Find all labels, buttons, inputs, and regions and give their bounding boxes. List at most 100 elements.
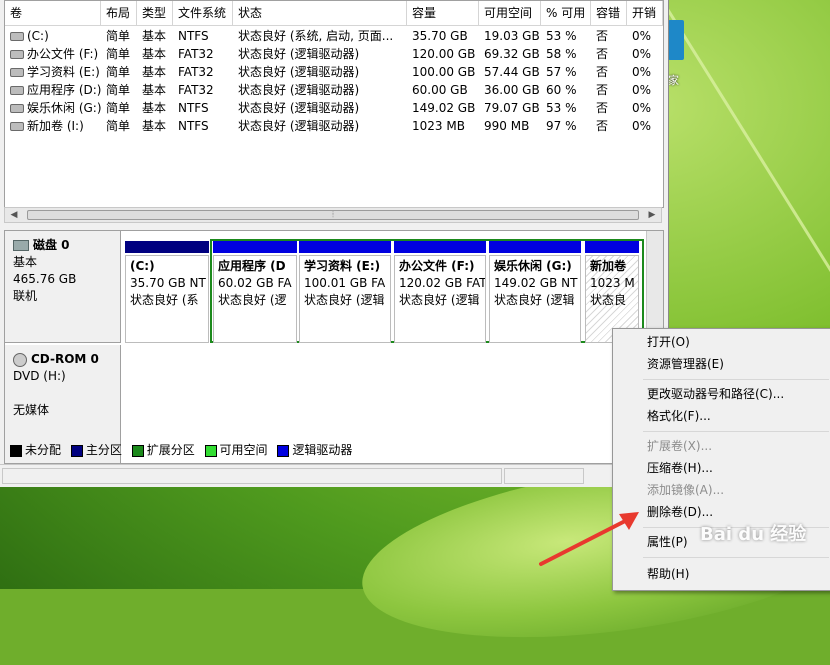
- col-status[interactable]: 状态: [233, 1, 407, 25]
- col-free-space[interactable]: 可用空间: [479, 1, 541, 25]
- partition-f[interactable]: 办公文件 (F:) 120.02 GB FAT 状态良好 (逻辑: [394, 241, 486, 343]
- table-row[interactable]: 娱乐休闲 (G:) 简单 基本 NTFS 状态良好 (逻辑驱动器) 149.02…: [5, 99, 663, 117]
- col-type[interactable]: 类型: [137, 1, 173, 25]
- cell-filesystem: NTFS: [178, 119, 209, 133]
- menu-item-help[interactable]: 帮助(H): [615, 563, 829, 585]
- partition-e[interactable]: 学习资料 (E:) 100.01 GB FA 状态良好 (逻辑: [299, 241, 391, 343]
- col-percent-free[interactable]: % 可用: [541, 1, 591, 25]
- desktop-shortcut-icon[interactable]: [668, 20, 684, 60]
- partition-name: 办公文件 (F:): [399, 259, 475, 273]
- cell-free-space: 36.00 GB: [484, 83, 540, 97]
- cell-layout: 简单: [106, 65, 131, 79]
- cell-layout: 简单: [106, 83, 131, 97]
- drive-icon: [10, 104, 24, 113]
- disk0-status: 联机: [13, 289, 38, 303]
- cell-filesystem: FAT32: [178, 65, 214, 79]
- partition-d[interactable]: 应用程序 (D 60.02 GB FA 状态良好 (逻: [213, 241, 297, 343]
- legend-label: 主分区: [85, 443, 122, 457]
- cell-fault-tolerance: 否: [596, 47, 609, 61]
- partition-size: 1023 M: [590, 276, 635, 290]
- menu-item-open[interactable]: 打开(O): [615, 331, 829, 353]
- partition-c[interactable]: (C:) 35.70 GB NT 状态良好 (系: [125, 241, 209, 343]
- disk0-info[interactable]: 磁盘 0 基本 465.76 GB 联机: [5, 231, 121, 343]
- table-row[interactable]: (C:) 简单 基本 NTFS 状态良好 (系统, 启动, 页面... 35.7…: [5, 27, 663, 45]
- cell-overhead: 0%: [632, 65, 652, 79]
- col-filesystem[interactable]: 文件系统: [173, 1, 233, 25]
- partition-size: 100.01 GB FA: [304, 276, 386, 290]
- cell-fault-tolerance: 否: [596, 119, 609, 133]
- cdrom0-drive: DVD (H:): [13, 369, 66, 383]
- drive-icon: [10, 32, 24, 41]
- status-segment: [2, 468, 502, 484]
- cell-status: 状态良好 (逻辑驱动器): [238, 119, 360, 133]
- volume-name: 办公文件 (F:): [27, 47, 99, 61]
- drive-icon: [10, 86, 24, 95]
- table-row[interactable]: 办公文件 (F:) 简单 基本 FAT32 状态良好 (逻辑驱动器) 120.0…: [5, 45, 663, 63]
- partition-size: 120.02 GB FAT: [399, 276, 486, 290]
- status-segment: [504, 468, 584, 484]
- cell-status: 状态良好 (逻辑驱动器): [238, 65, 360, 79]
- drive-icon: [10, 68, 24, 77]
- col-fault-tolerance[interactable]: 容错: [591, 1, 627, 25]
- partition-status: 状态良好 (逻辑: [304, 293, 385, 307]
- partition-name: 新加卷: [590, 259, 627, 273]
- menu-separator: [643, 431, 829, 432]
- cell-volume: 娱乐休闲 (G:): [5, 99, 101, 117]
- cell-status: 状态良好 (逻辑驱动器): [238, 83, 360, 97]
- col-volume[interactable]: 卷: [5, 1, 101, 25]
- legend-swatch-unallocated: [10, 444, 22, 457]
- annotation-arrow-icon: [539, 512, 639, 566]
- menu-item-shrink-volume[interactable]: 压缩卷(H)...: [615, 457, 829, 479]
- table-row[interactable]: 应用程序 (D:) 简单 基本 FAT32 状态良好 (逻辑驱动器) 60.00…: [5, 81, 663, 99]
- cell-fault-tolerance: 否: [596, 83, 609, 97]
- legend-swatch-primary: [70, 444, 83, 457]
- menu-item-format[interactable]: 格式化(F)...: [615, 405, 829, 427]
- cdrom-icon: [13, 352, 27, 367]
- col-layout[interactable]: 布局: [101, 1, 137, 25]
- logical-drive-bar: [299, 241, 391, 253]
- cell-capacity: 35.70 GB: [412, 29, 468, 43]
- desktop-shortcut-label[interactable]: 家: [668, 72, 679, 88]
- drive-icon: [10, 50, 24, 59]
- volume-name: 学习资料 (E:): [27, 65, 100, 79]
- hscroll-thumb[interactable]: ⦙: [27, 210, 639, 220]
- cell-layout: 简单: [106, 47, 131, 61]
- partition-name: 娱乐休闲 (G:): [494, 259, 572, 273]
- partition-body: 学习资料 (E:) 100.01 GB FA 状态良好 (逻辑: [299, 255, 391, 343]
- drive-icon: [10, 122, 24, 131]
- menu-item-change-drive-letter[interactable]: 更改驱动器号和路径(C)...: [615, 383, 829, 405]
- col-overhead[interactable]: 开销: [627, 1, 663, 25]
- partition-status: 状态良好 (系: [130, 293, 199, 307]
- scroll-right-arrow-icon[interactable]: ▶: [645, 209, 659, 221]
- cdrom0-name: CD-ROM 0: [31, 352, 99, 366]
- partition-g[interactable]: 娱乐休闲 (G:) 149.02 GB NT 状态良好 (逻辑: [489, 241, 581, 343]
- partition-name: 应用程序 (D: [218, 259, 286, 273]
- disk-icon: [13, 240, 29, 251]
- legend-label: 逻辑驱动器: [292, 443, 353, 457]
- volume-list: 卷 布局 类型 文件系统 状态 容量 可用空间 % 可用 容错 开销 (C:) …: [4, 0, 664, 208]
- volume-name: (C:): [27, 29, 49, 43]
- partition-body: 应用程序 (D 60.02 GB FA 状态良好 (逻: [213, 255, 297, 343]
- cell-filesystem: NTFS: [178, 29, 209, 43]
- cell-volume: (C:): [5, 27, 101, 45]
- cell-overhead: 0%: [632, 119, 652, 133]
- disk0-type: 基本: [13, 255, 38, 269]
- col-capacity[interactable]: 容量: [407, 1, 479, 25]
- menu-item-explorer[interactable]: 资源管理器(E): [615, 353, 829, 375]
- volume-list-hscrollbar[interactable]: ◀ ⦙ ▶: [4, 207, 662, 223]
- table-row[interactable]: 新加卷 (I:) 简单 基本 NTFS 状态良好 (逻辑驱动器) 1023 MB…: [5, 117, 663, 135]
- cell-percent-free: 53 %: [546, 101, 577, 115]
- cell-percent-free: 57 %: [546, 65, 577, 79]
- cell-overhead: 0%: [632, 83, 652, 97]
- legend-swatch-extended: [131, 444, 144, 457]
- menu-item-add-mirror: 添加镜像(A)...: [647, 483, 725, 497]
- scroll-left-arrow-icon[interactable]: ◀: [7, 209, 21, 221]
- baidu-jingyan-watermark: Bai du 经验: [700, 524, 807, 545]
- partition-name: 学习资料 (E:): [304, 259, 381, 273]
- disk-graphical-view: 磁盘 0 基本 465.76 GB 联机 (C:) 35.70 GB NT 状态…: [4, 230, 664, 464]
- table-row[interactable]: 学习资料 (E:) 简单 基本 FAT32 状态良好 (逻辑驱动器) 100.0…: [5, 63, 663, 81]
- volume-name: 应用程序 (D:): [27, 83, 101, 97]
- partition-status: 状态良好 (逻辑: [494, 293, 575, 307]
- cell-percent-free: 97 %: [546, 119, 577, 133]
- volume-name: 新加卷 (I:): [27, 119, 84, 133]
